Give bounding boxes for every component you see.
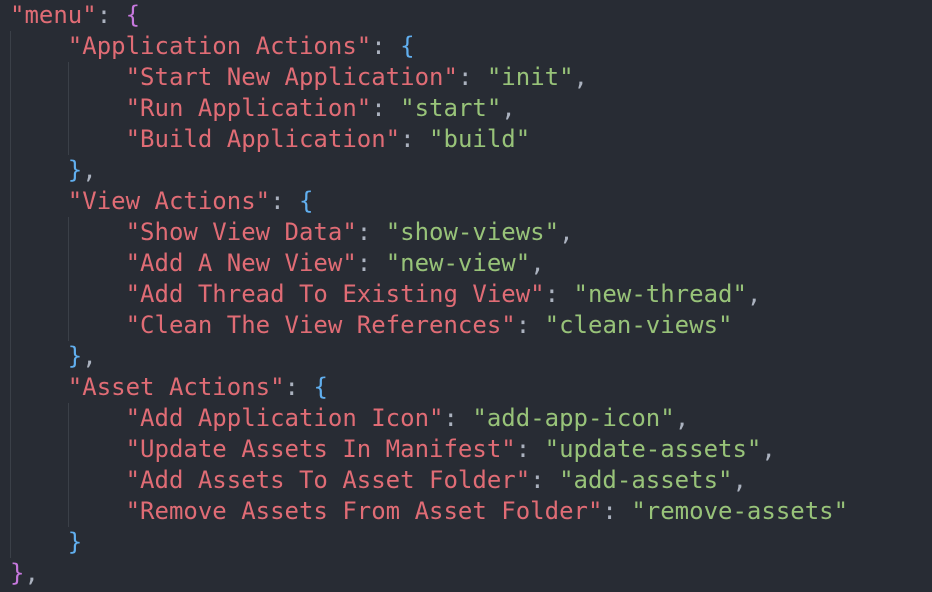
- code-line: "Clean The View References": "clean-view…: [125, 311, 733, 339]
- open-brace: {: [313, 373, 328, 401]
- section-key: "Application Actions": [67, 32, 372, 60]
- entry-value: "new-view": [385, 249, 531, 277]
- open-brace: {: [299, 187, 314, 215]
- open-brace: {: [125, 1, 141, 29]
- entry-value: "update-assets": [544, 435, 762, 463]
- entry-key: "Clean The View References": [125, 311, 516, 339]
- code-line: "menu": {: [10, 1, 141, 29]
- close-brace: }: [67, 342, 83, 370]
- section-key: "View Actions": [67, 187, 271, 215]
- entry-value: "clean-views": [544, 311, 733, 339]
- code-line: "Add Thread To Existing View": "new-thre…: [125, 280, 762, 308]
- entry-key: "Update Assets In Manifest": [125, 435, 516, 463]
- code-line: "Add Application Icon": "add-app-icon",: [125, 404, 690, 432]
- entry-key: "Show View Data": [125, 218, 357, 246]
- entry-value: "new-thread": [573, 280, 747, 308]
- entry-key: "Add Application Icon": [125, 404, 444, 432]
- code-line: "Show View Data": "show-views",: [125, 218, 574, 246]
- close-brace: }: [67, 528, 83, 556]
- code-line: "Build Application": "build": [125, 125, 531, 153]
- code-line: "View Actions": {: [67, 187, 314, 215]
- entry-value: "init": [486, 63, 574, 91]
- entry-key: "Add Assets To Asset Folder": [125, 466, 531, 494]
- code-editor[interactable]: "menu": { "Application Actions": { "Star…: [0, 0, 932, 592]
- root-key: "menu": [10, 1, 97, 29]
- code-line: "Asset Actions": {: [67, 373, 328, 401]
- code-line: "Add Assets To Asset Folder": "add-asset…: [125, 466, 747, 494]
- section-key: "Asset Actions": [67, 373, 285, 401]
- close-brace: }: [67, 156, 83, 184]
- code-line: },: [67, 156, 97, 184]
- code-line: "Application Actions": {: [67, 32, 415, 60]
- close-brace: }: [10, 559, 25, 587]
- open-brace: {: [400, 32, 415, 60]
- code-line: "Update Assets In Manifest": "update-ass…: [125, 435, 776, 463]
- entry-key: "Build Application": [125, 125, 401, 153]
- entry-value: "build": [429, 125, 531, 153]
- code-line: "Remove Assets From Asset Folder": "remo…: [125, 497, 849, 525]
- code-line: }: [10, 527, 82, 558]
- entry-value: "show-views": [385, 218, 560, 246]
- entry-value: "remove-assets": [631, 497, 849, 525]
- code-line: "Add A New View": "new-view",: [125, 249, 545, 277]
- entry-key: "Remove Assets From Asset Folder": [125, 497, 603, 525]
- entry-key: "Add Thread To Existing View": [125, 280, 545, 308]
- code-line: },: [67, 342, 97, 370]
- code-line: "Run Application": "start",: [125, 94, 516, 122]
- entry-value: "add-app-icon": [472, 404, 675, 432]
- entry-key: "Add A New View": [125, 249, 357, 277]
- entry-value: "start": [400, 94, 502, 122]
- code-line: "Start New Application": "init",: [125, 63, 588, 91]
- code-line: },: [10, 559, 39, 587]
- entry-value: "add-assets": [559, 466, 733, 494]
- entry-key: "Run Application": [125, 94, 372, 122]
- entry-key: "Start New Application": [125, 63, 458, 91]
